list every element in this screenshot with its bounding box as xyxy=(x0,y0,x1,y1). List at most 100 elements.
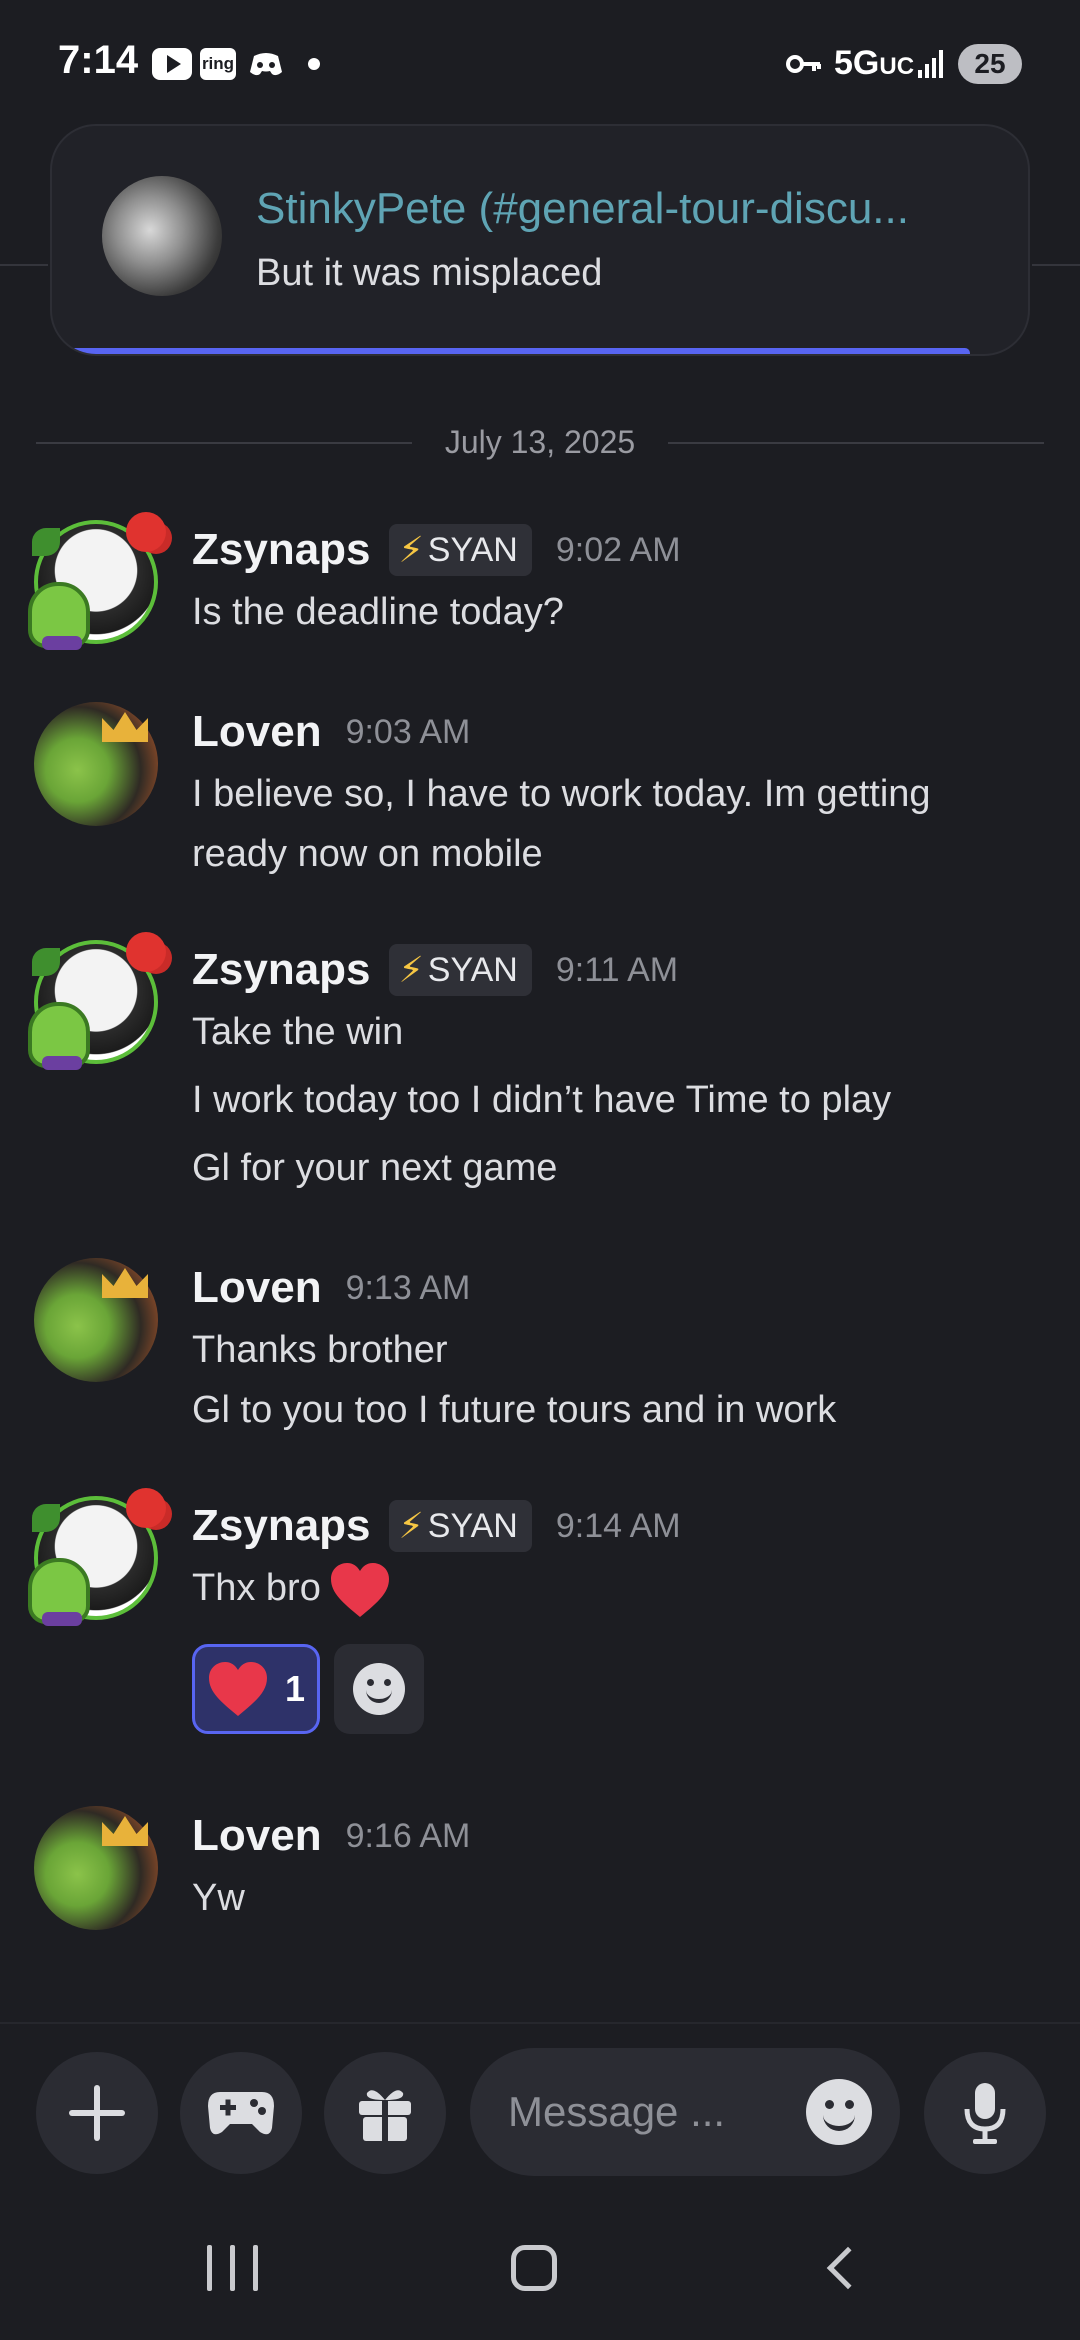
system-nav-bar xyxy=(0,2194,1080,2340)
avatar[interactable] xyxy=(34,1806,158,1930)
message-text[interactable]: Thanks brother xyxy=(192,1320,1032,1380)
avatar[interactable] xyxy=(34,1258,158,1382)
server-tag[interactable]: ⚡ SYAN xyxy=(388,944,532,996)
username[interactable]: Zsynaps xyxy=(192,1501,371,1551)
ring-icon: ring xyxy=(200,48,236,80)
voice-message-button[interactable] xyxy=(924,2052,1046,2174)
timestamp: 9:14 AM xyxy=(555,1506,681,1545)
attach-button[interactable] xyxy=(36,2052,158,2174)
avatar-decoration xyxy=(28,1558,90,1626)
avatar-decoration xyxy=(102,1268,148,1298)
message-text[interactable]: Gl for your next game xyxy=(192,1138,1032,1198)
message-text[interactable]: ready now on mobile xyxy=(192,824,1032,884)
lightning-icon: ⚡ xyxy=(398,949,424,990)
date-label: July 13, 2025 xyxy=(444,424,636,460)
header-divider xyxy=(1032,264,1080,266)
message-text[interactable]: Thx bro xyxy=(192,1558,1032,1619)
username[interactable]: Loven xyxy=(192,1263,322,1313)
timestamp: 9:16 AM xyxy=(345,1816,471,1855)
message-input-container[interactable] xyxy=(470,2048,900,2176)
notification-title: StinkyPete (#general-tour-discu... xyxy=(256,184,909,233)
message-header: Loven 9:16 AM xyxy=(192,1806,470,1866)
avatar[interactable] xyxy=(34,702,158,826)
message-header: Zsynaps ⚡ SYAN 9:11 AM xyxy=(192,940,678,1000)
message-text-content: Thx bro xyxy=(192,1567,321,1609)
avatar-decoration xyxy=(126,1488,166,1528)
reaction-count: 1 xyxy=(284,1668,306,1709)
emoji-icon[interactable] xyxy=(806,2079,872,2145)
gift-icon xyxy=(355,2083,415,2143)
gamepad-icon xyxy=(206,2088,276,2138)
username[interactable]: Loven xyxy=(192,707,322,757)
message-notification[interactable]: StinkyPete (#general-tour-discu... But i… xyxy=(50,124,1030,356)
avatar[interactable] xyxy=(28,512,166,650)
avatar-decoration xyxy=(102,712,148,742)
avatar-decoration xyxy=(126,932,166,972)
header-divider xyxy=(0,264,48,266)
notification-avatar xyxy=(102,176,222,296)
message-input[interactable] xyxy=(508,2088,778,2136)
username[interactable]: Loven xyxy=(192,1811,322,1861)
lightning-icon: ⚡ xyxy=(398,529,424,570)
heart-emoji-icon xyxy=(329,1561,391,1619)
heart-emoji-icon xyxy=(208,1662,267,1716)
gift-button[interactable] xyxy=(324,2052,446,2174)
message-header: Zsynaps ⚡ SYAN 9:14 AM xyxy=(192,1496,681,1556)
recents-icon[interactable] xyxy=(192,2238,272,2298)
avatar[interactable] xyxy=(28,1488,166,1626)
message-header: Loven 9:03 AM xyxy=(192,702,470,762)
server-tag-label: SYAN xyxy=(427,950,518,989)
message-text[interactable]: Gl to you too I future tours and in work xyxy=(192,1380,1032,1440)
status-time: 7:14 xyxy=(58,38,139,82)
server-tag[interactable]: ⚡ SYAN xyxy=(388,1500,532,1552)
timestamp: 9:13 AM xyxy=(345,1268,471,1307)
status-bar: 7:14 ring 5GUC 25 xyxy=(0,0,1080,128)
message-header: Zsynaps ⚡ SYAN 9:02 AM xyxy=(192,520,681,580)
discord-icon xyxy=(248,48,284,80)
lightning-icon: ⚡ xyxy=(398,1505,424,1546)
add-reaction-button[interactable] xyxy=(334,1644,424,1734)
microphone-icon xyxy=(961,2081,1009,2145)
message-text[interactable]: Is the deadline today? xyxy=(192,582,1032,642)
notification-body: But it was misplaced xyxy=(256,252,603,294)
server-tag[interactable]: ⚡ SYAN xyxy=(388,524,532,576)
home-icon[interactable] xyxy=(494,2238,574,2298)
signal-icon xyxy=(914,48,946,78)
youtube-icon xyxy=(152,48,192,80)
timestamp: 9:03 AM xyxy=(345,712,471,751)
vpn-key-icon xyxy=(786,48,822,80)
add-reaction-icon xyxy=(353,1663,405,1715)
avatar-decoration xyxy=(32,528,60,556)
server-tag-label: SYAN xyxy=(427,530,518,569)
avatar[interactable] xyxy=(28,932,166,1070)
network-indicator: 5GUC xyxy=(834,44,915,82)
message-text[interactable]: Yw xyxy=(192,1868,1032,1928)
divider-line xyxy=(668,442,1044,444)
reaction-bar: 1 xyxy=(192,1644,424,1734)
avatar-decoration xyxy=(126,512,166,552)
message-text[interactable]: I believe so, I have to work today. Im g… xyxy=(192,764,1032,824)
message-composer xyxy=(0,2024,1080,2194)
avatar-decoration xyxy=(32,1504,60,1532)
avatar-decoration xyxy=(28,582,90,650)
avatar-decoration xyxy=(32,948,60,976)
timestamp: 9:11 AM xyxy=(555,950,679,989)
username[interactable]: Zsynaps xyxy=(192,525,371,575)
avatar-decoration xyxy=(102,1816,148,1846)
battery-indicator: 25 xyxy=(958,44,1022,84)
notification-progress xyxy=(70,348,970,354)
plus-icon xyxy=(69,2085,125,2141)
username[interactable]: Zsynaps xyxy=(192,945,371,995)
timestamp: 9:02 AM xyxy=(555,530,681,569)
divider-line xyxy=(36,442,412,444)
message-text[interactable]: Take the win xyxy=(192,1002,1032,1062)
avatar-decoration xyxy=(28,1002,90,1070)
activities-button[interactable] xyxy=(180,2052,302,2174)
notification-dot-icon xyxy=(308,58,320,70)
message-text[interactable]: I work today too I didn’t have Time to p… xyxy=(192,1070,1032,1130)
back-icon[interactable] xyxy=(800,2238,880,2298)
heart-reaction-button[interactable]: 1 xyxy=(192,1644,320,1734)
message-header: Loven 9:13 AM xyxy=(192,1258,470,1318)
date-divider: July 13, 2025 xyxy=(36,422,1044,462)
server-tag-label: SYAN xyxy=(427,1506,518,1545)
